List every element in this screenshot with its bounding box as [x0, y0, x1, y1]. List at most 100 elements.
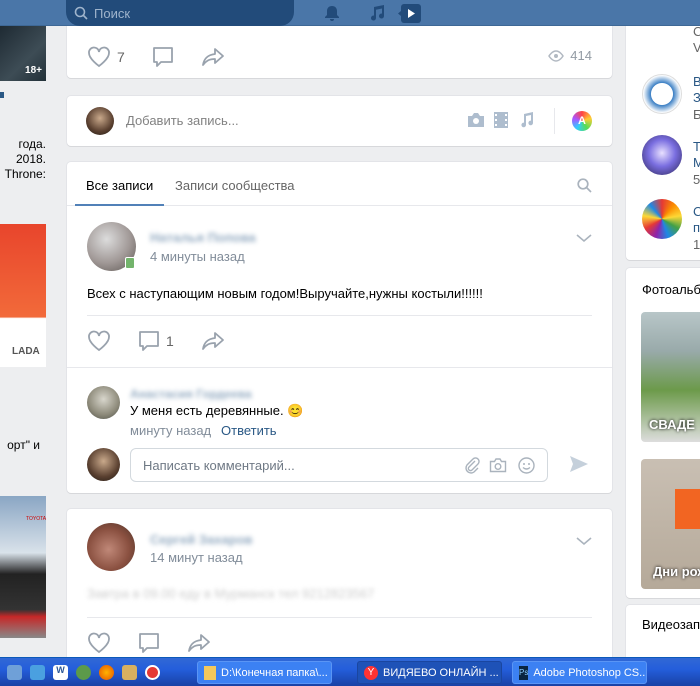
taskbar-window-browser[interactable]: Y ВИДЯЕВО ОНЛАЙН ... [357, 661, 502, 684]
share-icon[interactable] [201, 331, 225, 351]
comment-author[interactable]: Анастасия Гордеева [130, 387, 252, 401]
album-title: СВАДЕ [649, 417, 695, 432]
album-thumb[interactable]: Дни рож [641, 459, 700, 589]
group-info: 5 [693, 172, 700, 187]
video-clip-icon[interactable] [494, 112, 508, 128]
window-label: Adobe Photoshop CS... [533, 666, 647, 679]
comment-placeholder: Написать комментарий... [143, 458, 295, 473]
left-link-fragment[interactable] [0, 92, 4, 98]
post-time[interactable]: 4 минуты назад [150, 249, 245, 264]
heart-icon[interactable] [87, 632, 111, 654]
top-header: Поиск [0, 0, 700, 26]
previous-post: 7 414 [67, 20, 612, 78]
section-title[interactable]: Видеозап [642, 617, 700, 632]
toyota-ad[interactable]: TOYOTA [0, 496, 46, 638]
group-name[interactable]: Т [693, 139, 700, 154]
age-badge: 18+ [25, 65, 42, 76]
opera-icon[interactable] [145, 665, 160, 680]
word-icon[interactable]: W [53, 665, 68, 680]
left-text-line: года. [18, 137, 46, 151]
album-decor [675, 489, 700, 529]
emoji-icon[interactable] [518, 457, 535, 474]
tab-all-posts[interactable]: Все записи [75, 162, 165, 206]
paperclip-icon[interactable] [464, 457, 480, 474]
comment-button[interactable]: 1 [138, 330, 174, 352]
views-count: 414 [570, 48, 592, 63]
search-icon [74, 6, 88, 20]
music-attach-icon[interactable] [520, 112, 534, 128]
wall-post: Сергей Захаров 14 минут назад Завтра в 0… [67, 509, 612, 669]
left-text: года. 2018. Throne: [5, 137, 46, 182]
tab-community-posts[interactable]: Записи сообщества [175, 178, 295, 193]
comment-icon[interactable] [138, 632, 160, 654]
search-icon[interactable] [577, 178, 592, 193]
home-icon[interactable] [122, 665, 137, 680]
post-composer: Добавить запись... A [67, 96, 612, 146]
like-button[interactable]: 7 [87, 46, 125, 68]
photo-albums-panel: Фотоальб СВАДЕ Дни рож [626, 268, 700, 598]
user-avatar[interactable] [86, 107, 114, 135]
chevron-down-icon[interactable] [576, 537, 592, 546]
group-name[interactable]: п [693, 220, 700, 235]
videos-panel: Видеозап [626, 605, 700, 665]
album-thumb[interactable]: СВАДЕ [641, 312, 700, 442]
camera-icon[interactable] [467, 112, 485, 128]
comment-icon [139, 331, 159, 351]
group-info: Б [693, 107, 700, 122]
author-avatar[interactable] [87, 523, 135, 571]
post-author[interactable]: Наталья Попова [150, 230, 256, 245]
art-style-icon[interactable]: A [572, 111, 592, 131]
video-icon[interactable] [398, 4, 422, 23]
left-text-line: Throne: [4, 167, 46, 181]
mobile-icon [125, 257, 135, 269]
comment-time[interactable]: минуту назад [130, 423, 211, 438]
globe-icon[interactable] [76, 665, 91, 680]
search-input[interactable]: Поиск [66, 0, 294, 26]
comment-icon[interactable] [152, 46, 174, 68]
firefox-icon[interactable] [99, 665, 114, 680]
share-icon[interactable] [187, 633, 211, 653]
divider [554, 108, 555, 134]
share-icon[interactable] [201, 47, 225, 67]
add-post-input[interactable]: Добавить запись... [126, 113, 239, 128]
left-text-line: 2018. [15, 152, 46, 166]
group-name[interactable]: М [693, 155, 700, 170]
feed-tabs: Все записи Записи сообщества [67, 162, 612, 206]
group-text: С [693, 24, 700, 39]
chevron-down-icon[interactable] [576, 234, 592, 243]
group-name[interactable]: З [693, 90, 700, 105]
divider [67, 367, 612, 368]
bell-icon[interactable] [323, 4, 341, 22]
lada-ad[interactable]: LADA [0, 224, 46, 367]
group-avatar[interactable] [642, 199, 682, 239]
taskbar-window-photoshop[interactable]: Ps Adobe Photoshop CS... [512, 661, 647, 684]
comment-count: 1 [166, 333, 174, 349]
camera-icon[interactable] [489, 457, 507, 473]
post-text: Завтра в 09.00 еду в Мурманск тел 921282… [87, 586, 375, 601]
group-name[interactable]: С [693, 204, 700, 219]
network-icon[interactable] [30, 665, 45, 680]
like-count: 7 [117, 49, 125, 65]
commenter-avatar[interactable] [87, 386, 120, 419]
post-time[interactable]: 14 минут назад [150, 550, 243, 565]
send-icon[interactable] [569, 455, 589, 473]
views-counter: 414 [548, 48, 592, 63]
heart-icon[interactable] [87, 330, 111, 352]
yandex-icon: Y [364, 665, 378, 680]
search-placeholder: Поиск [94, 6, 131, 21]
left-thumbnail[interactable]: 18+ [0, 26, 46, 81]
music-icon[interactable] [368, 4, 386, 22]
group-avatar[interactable] [642, 135, 682, 175]
group-info: 1 [693, 237, 700, 252]
section-title[interactable]: Фотоальб [642, 282, 700, 297]
album-title: Дни рож [653, 564, 700, 579]
window-label: ВИДЯЕВО ОНЛАЙН ... [383, 666, 499, 679]
ad-logo-text: LADA [12, 346, 40, 357]
reply-link[interactable]: Ответить [221, 423, 277, 438]
group-name[interactable]: В [693, 74, 700, 89]
desktop-icon[interactable] [7, 665, 22, 680]
group-avatar[interactable] [642, 74, 682, 114]
post-author[interactable]: Сергей Захаров [150, 532, 253, 547]
comment-input[interactable]: Написать комментарий... [130, 448, 548, 482]
taskbar-window-folder[interactable]: D:\Конечная папка\... [197, 661, 332, 684]
